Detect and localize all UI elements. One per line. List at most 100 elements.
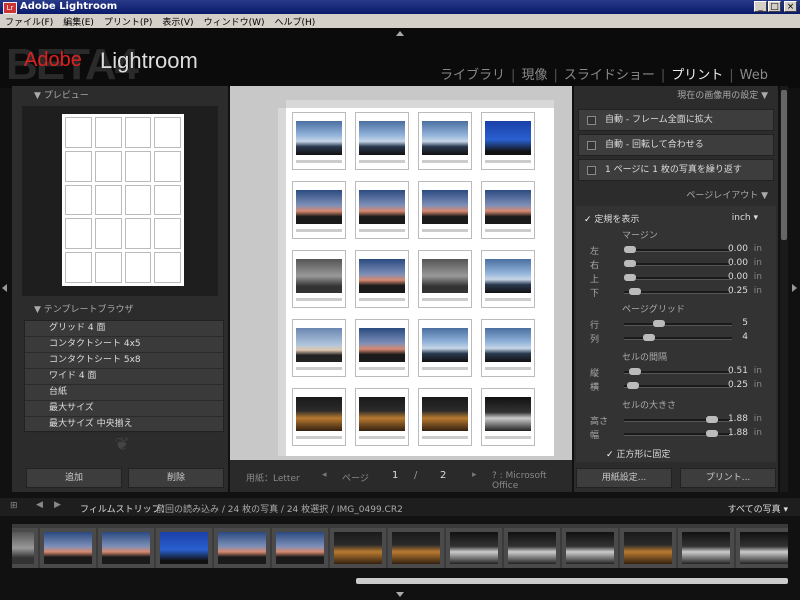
filmstrip-thumbnail[interactable]: [562, 528, 618, 568]
print-cell[interactable]: [418, 250, 472, 308]
option-zoom-to-fill[interactable]: 自動 - フレーム全面に拡大: [578, 109, 774, 131]
show-rulers-row[interactable]: ✓ 定規を表示: [584, 212, 639, 225]
print-cell[interactable]: [355, 112, 409, 170]
template-item[interactable]: グリッド 4 面: [25, 321, 223, 337]
page-setup-button[interactable]: 用紙設定...: [576, 468, 672, 488]
menu-help[interactable]: ヘルプ(H): [269, 14, 320, 29]
slider-track[interactable]: [624, 323, 732, 326]
print-cell[interactable]: [292, 388, 346, 446]
print-button[interactable]: プリント...: [680, 468, 776, 488]
print-cell[interactable]: [355, 181, 409, 239]
menu-print[interactable]: プリント(P): [99, 14, 157, 29]
print-cell[interactable]: [355, 388, 409, 446]
menu-view[interactable]: 表示(V): [157, 14, 198, 29]
rotate-fit-checkbox[interactable]: [587, 141, 596, 150]
print-cell[interactable]: [481, 319, 535, 377]
filmstrip-thumbnail[interactable]: [156, 528, 212, 568]
filmstrip-thumbnail[interactable]: [736, 528, 788, 568]
close-button[interactable]: ×: [784, 1, 797, 12]
slider-track[interactable]: [624, 263, 732, 266]
slider-thumb[interactable]: [628, 288, 641, 295]
filmstrip-thumbnail[interactable]: [272, 528, 328, 568]
print-cell[interactable]: [481, 250, 535, 308]
delete-template-button[interactable]: 削除: [128, 468, 224, 488]
print-cell[interactable]: [418, 319, 472, 377]
slider-thumb[interactable]: [624, 246, 636, 253]
print-cell[interactable]: [418, 112, 472, 170]
print-cell[interactable]: [418, 388, 472, 446]
forward-arrow-icon[interactable]: ▶: [54, 500, 61, 510]
option-rotate-to-fit[interactable]: 自動 - 回転して合わせる: [578, 134, 774, 156]
collapse-top-arrow-icon[interactable]: [396, 31, 404, 36]
show-rulers-checkbox[interactable]: ✓: [584, 215, 592, 225]
filmstrip-thumbnail[interactable]: [678, 528, 734, 568]
filmstrip-thumbnail[interactable]: [330, 528, 386, 568]
template-item[interactable]: ワイド 4 面: [25, 369, 223, 385]
back-arrow-icon[interactable]: ◀: [36, 500, 43, 510]
print-cell[interactable]: [481, 388, 535, 446]
template-browser-header[interactable]: ▼ テンプレートブラウザ: [34, 302, 134, 318]
page-layout-header[interactable]: ページレイアウト ▼: [686, 188, 768, 204]
print-cell[interactable]: [481, 112, 535, 170]
collapse-right-arrow-icon[interactable]: [792, 284, 797, 292]
print-cell[interactable]: [292, 319, 346, 377]
scrollbar-thumb[interactable]: [781, 90, 787, 240]
collapse-left-arrow-icon[interactable]: [2, 284, 7, 292]
module-web[interactable]: Web: [740, 68, 768, 83]
slider-thumb[interactable]: [626, 382, 639, 389]
template-item[interactable]: コンタクトシート 5x8: [25, 353, 223, 369]
filmstrip-scrollbar[interactable]: [356, 578, 788, 584]
grid-view-icon[interactable]: ⊞: [10, 501, 18, 511]
collapse-bottom-arrow-icon[interactable]: [396, 592, 404, 597]
filmstrip-thumbnail[interactable]: [620, 528, 676, 568]
print-cell[interactable]: [418, 181, 472, 239]
print-cell[interactable]: [355, 250, 409, 308]
print-cell[interactable]: [292, 250, 346, 308]
filmstrip-thumbnail[interactable]: [40, 528, 96, 568]
print-cell[interactable]: [292, 181, 346, 239]
module-slideshow[interactable]: スライドショー: [564, 64, 655, 83]
image-settings-header[interactable]: 現在の画像用の設定 ▼: [677, 88, 768, 104]
minimize-button[interactable]: _: [754, 1, 767, 12]
repeat-photo-checkbox[interactable]: [587, 166, 596, 175]
template-item[interactable]: 最大サイズ: [25, 401, 223, 417]
slider-track[interactable]: [624, 249, 732, 252]
filmstrip-thumbnail[interactable]: [214, 528, 270, 568]
slider-thumb[interactable]: [624, 274, 636, 281]
filmstrip-thumbnail[interactable]: [504, 528, 560, 568]
add-template-button[interactable]: 追加: [26, 468, 122, 488]
print-cell[interactable]: [481, 181, 535, 239]
prev-page-icon[interactable]: ◂: [322, 470, 327, 480]
square-lock-checkbox[interactable]: ✓: [606, 450, 614, 460]
slider-thumb[interactable]: [643, 334, 656, 341]
module-develop[interactable]: 現像: [521, 64, 547, 83]
maximize-button[interactable]: □: [768, 1, 781, 12]
filmstrip-thumbnail[interactable]: [388, 528, 444, 568]
zoom-fill-checkbox[interactable]: [587, 116, 596, 125]
filmstrip-thumbnail[interactable]: [12, 528, 38, 568]
filmstrip-filter[interactable]: すべての写真 ▾: [728, 502, 788, 515]
slider-track[interactable]: [624, 385, 732, 388]
filmstrip-thumbnail[interactable]: [446, 528, 502, 568]
ruler-unit-dropdown[interactable]: inch ▾: [732, 213, 758, 223]
print-cell[interactable]: [292, 112, 346, 170]
square-lock-row[interactable]: ✓ 正方形に固定: [606, 447, 670, 460]
slider-track[interactable]: [624, 277, 732, 280]
slider-thumb[interactable]: [624, 260, 636, 267]
module-library[interactable]: ライブラリ: [440, 64, 505, 83]
menu-window[interactable]: ウィンドウ(W): [199, 14, 270, 29]
option-repeat-photo[interactable]: 1 ページに 1 枚の写真を繰り返す: [578, 159, 774, 181]
module-print[interactable]: プリント: [671, 64, 723, 83]
template-item[interactable]: 台紙: [25, 385, 223, 401]
next-page-icon[interactable]: ▸: [472, 470, 477, 480]
slider-thumb[interactable]: [705, 430, 718, 437]
slider-thumb[interactable]: [705, 416, 718, 423]
menu-edit[interactable]: 編集(E): [58, 14, 99, 29]
preview-header[interactable]: ▼ プレビュー: [34, 88, 89, 104]
menu-file[interactable]: ファイル(F): [0, 14, 58, 29]
slider-thumb[interactable]: [628, 368, 641, 375]
template-item[interactable]: コンタクトシート 4x5: [25, 337, 223, 353]
slider-track[interactable]: [624, 337, 732, 340]
filmstrip-thumbnail[interactable]: [98, 528, 154, 568]
slider-thumb[interactable]: [652, 320, 665, 327]
